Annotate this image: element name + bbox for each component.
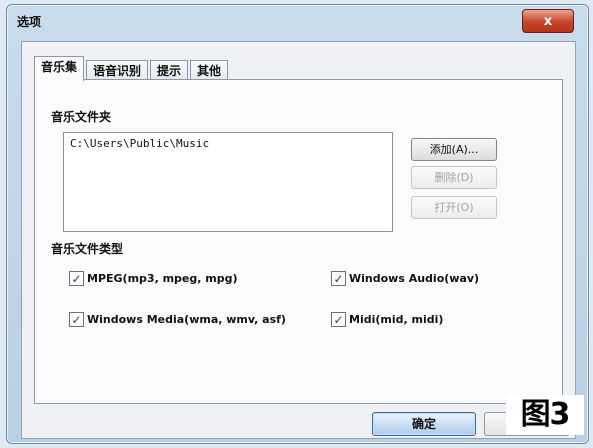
add-folder-button[interactable]: 添加(A)... bbox=[411, 138, 497, 161]
tab-tips[interactable]: 提示 bbox=[150, 60, 189, 81]
tab-strip: 音乐集 语音识别 提示 其他 bbox=[34, 56, 230, 81]
music-folders-heading: 音乐文件夹 bbox=[51, 110, 112, 124]
figure-label: 图3 bbox=[506, 395, 584, 435]
dialog-title: 选项 bbox=[17, 15, 42, 29]
remove-folder-button[interactable]: 删除(D) bbox=[411, 166, 497, 189]
checkbox-label: Midi(mid, midi) bbox=[349, 313, 444, 326]
checkbox-label: MPEG(mp3, mpeg, mpg) bbox=[87, 272, 238, 285]
checkbox-label: Windows Media(wma, wmv, asf) bbox=[87, 313, 286, 326]
tab-panel: 音乐文件夹 C:\Users\Public\Music 添加(A)... 删除(… bbox=[34, 79, 563, 404]
checkbox-midi[interactable]: ✓ Midi(mid, midi) bbox=[331, 312, 443, 327]
dialog-client-area: 音乐集 语音识别 提示 其他 音乐文件夹 C:\Users\Public\Mus… bbox=[21, 41, 576, 439]
checkmark-icon: ✓ bbox=[331, 271, 346, 286]
checkmark-icon: ✓ bbox=[331, 312, 346, 327]
list-item[interactable]: C:\Users\Public\Music bbox=[70, 137, 209, 150]
checkbox-label: Windows Audio(wav) bbox=[349, 272, 480, 285]
music-folder-list[interactable]: C:\Users\Public\Music bbox=[63, 132, 393, 232]
checkmark-icon: ✓ bbox=[69, 271, 84, 286]
open-folder-button[interactable]: 打开(O) bbox=[411, 196, 497, 219]
checkbox-windows-media[interactable]: ✓ Windows Media(wma, wmv, asf) bbox=[69, 312, 286, 327]
tab-other[interactable]: 其他 bbox=[190, 60, 229, 81]
close-icon: x bbox=[543, 13, 553, 29]
checkmark-icon: ✓ bbox=[69, 312, 84, 327]
options-dialog: 选项 x 音乐集 语音识别 提示 其他 音乐文件夹 C:\Users\Publi… bbox=[6, 4, 589, 444]
checkbox-mpeg[interactable]: ✓ MPEG(mp3, mpeg, mpg) bbox=[69, 271, 238, 286]
tab-music-collection[interactable]: 音乐集 bbox=[34, 56, 85, 81]
tab-speech-recognition[interactable]: 语音识别 bbox=[86, 60, 149, 81]
file-types-heading: 音乐文件类型 bbox=[51, 242, 124, 256]
ok-button[interactable]: 确定 bbox=[372, 412, 476, 436]
close-button[interactable]: x bbox=[522, 9, 574, 33]
checkbox-windows-audio[interactable]: ✓ Windows Audio(wav) bbox=[331, 271, 479, 286]
